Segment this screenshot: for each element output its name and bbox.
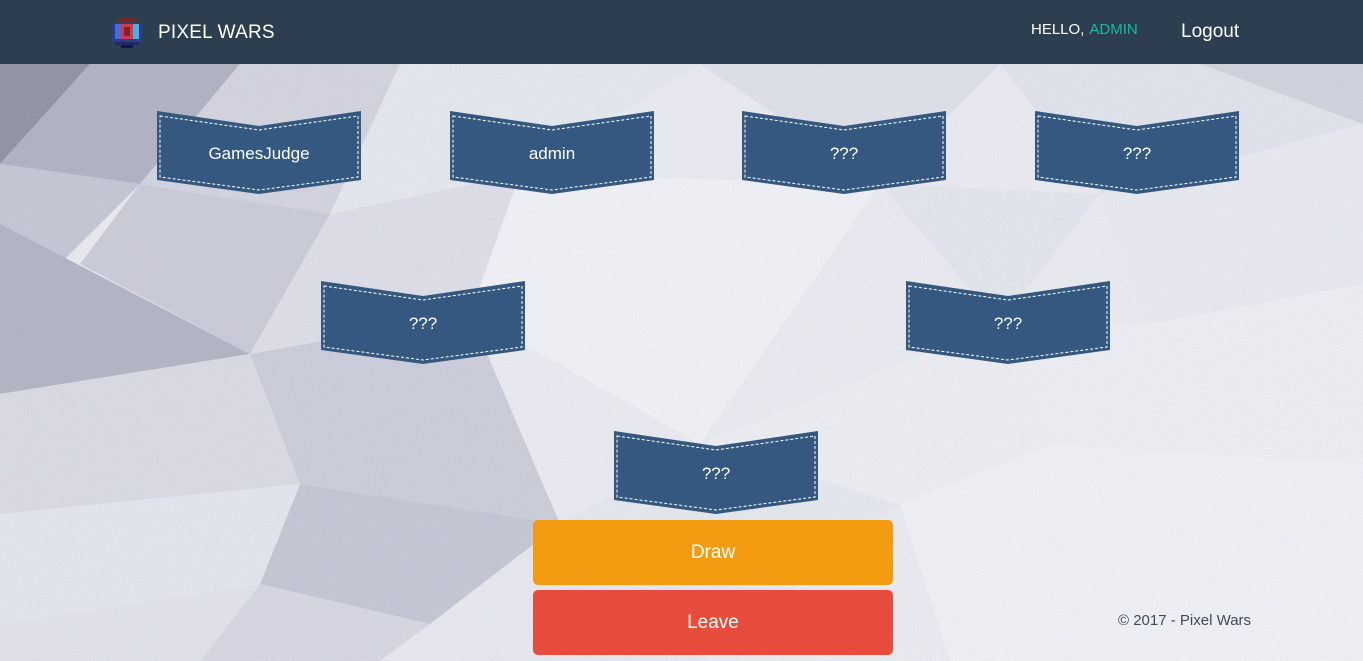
slot-label: ??? (829, 144, 859, 163)
user-greeting: HELLO, ADMIN (1031, 21, 1138, 38)
slot-label: admin (528, 144, 576, 163)
leave-button[interactable]: Leave (533, 590, 893, 655)
brand-link[interactable]: PIXEL WARS (112, 18, 275, 48)
slot-label: ??? (993, 314, 1023, 333)
navbar: PIXEL WARS HELLO, ADMIN Logout (0, 0, 1363, 64)
username: ADMIN (1089, 21, 1138, 38)
greeting-text: HELLO, (1031, 21, 1085, 38)
player-slot[interactable]: ??? (321, 281, 525, 365)
player-slot[interactable]: admin (450, 111, 654, 195)
brand-name: PIXEL WARS (158, 22, 275, 43)
slot-label: ??? (701, 464, 731, 483)
player-slot[interactable]: GamesJudge (157, 111, 361, 195)
slot-label: ??? (1122, 144, 1152, 163)
player-slot[interactable]: ??? (1035, 111, 1239, 195)
slot-label: ??? (408, 314, 438, 333)
draw-button[interactable]: Draw (533, 520, 893, 585)
player-slot[interactable]: ??? (906, 281, 1110, 365)
logout-link[interactable]: Logout (1181, 21, 1239, 43)
footer-copyright: © 2017 - Pixel Wars (1118, 612, 1252, 629)
slot-label: GamesJudge (208, 144, 310, 163)
pixel-shield-icon (112, 18, 142, 48)
player-slot[interactable]: ??? (742, 111, 946, 195)
player-slot[interactable]: ??? (614, 431, 818, 515)
